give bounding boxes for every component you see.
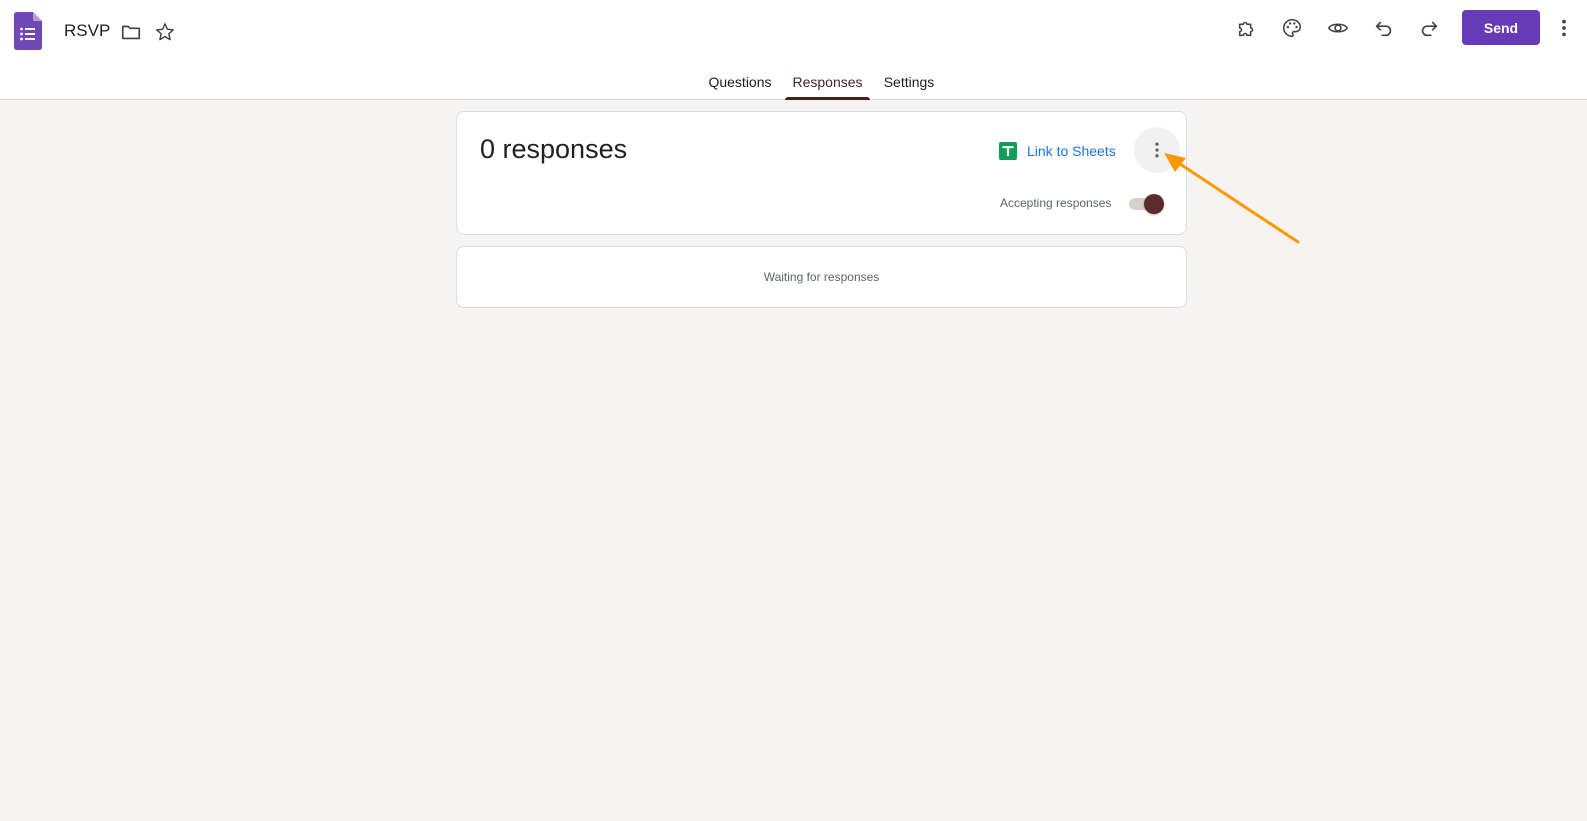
waiting-card: Waiting for responses [456,246,1187,308]
eye-icon[interactable] [1320,10,1356,46]
sheets-icon [999,142,1017,160]
tab-responses[interactable]: Responses [785,64,870,100]
toggle-thumb [1144,194,1164,214]
accepting-responses-label: Accepting responses [1000,196,1112,210]
responses-more-button[interactable] [1134,127,1180,173]
puzzle-icon[interactable] [1229,10,1265,46]
redo-icon[interactable] [1411,10,1447,46]
send-button[interactable]: Send [1462,10,1540,45]
star-icon[interactable] [147,14,183,50]
document-title[interactable]: RSVP [64,21,110,41]
more-vert-icon[interactable] [1551,10,1577,46]
forms-logo-icon[interactable] [14,12,42,50]
responses-summary-card: 0 responses Link to Sheets Accepting res… [456,111,1187,235]
response-count: 0 responses [480,134,628,164]
palette-icon[interactable] [1274,10,1310,46]
link-to-sheets-button[interactable]: Link to Sheets [999,139,1116,163]
undo-icon[interactable] [1366,10,1402,46]
folder-icon[interactable] [113,14,149,50]
accepting-responses-toggle[interactable] [1127,194,1165,214]
more-vert-icon [1155,142,1159,158]
waiting-message: Waiting for responses [763,270,880,284]
app-header: RSVP Send Questions Responses Settings [0,0,1587,100]
link-to-sheets-label: Link to Sheets [1027,143,1116,159]
tab-bar: Questions Responses Settings [0,64,1587,100]
tab-settings[interactable]: Settings [878,64,940,100]
tab-questions[interactable]: Questions [702,64,778,100]
